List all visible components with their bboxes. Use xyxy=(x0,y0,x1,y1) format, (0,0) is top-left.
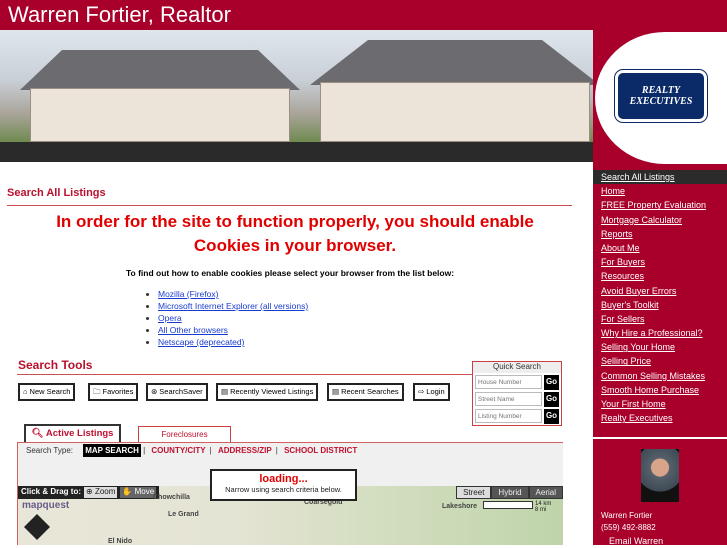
folder-icon: 🗀 xyxy=(93,387,101,396)
map-scale: 14 km 8 mi xyxy=(483,501,551,513)
recently-viewed-button[interactable]: ▤ Recently Viewed Listings xyxy=(216,383,319,401)
tab-foreclosures[interactable]: Foreclosures xyxy=(138,426,231,442)
browser-link[interactable]: Mozilla (Firefox) xyxy=(158,289,218,299)
sidebar-item[interactable]: Selling Price xyxy=(593,354,727,368)
go-button[interactable]: Go xyxy=(544,409,559,424)
sidebar-item[interactable]: Resources xyxy=(593,269,727,283)
browser-link[interactable]: All Other browsers xyxy=(158,325,228,335)
tab-active-listings[interactable]: 🔍︎ Active Listings xyxy=(24,424,121,442)
drag-label: Click & Drag to: xyxy=(21,487,82,496)
zoom-mode-button[interactable]: ⊕ Zoom xyxy=(84,487,118,498)
loading-dialog: loading... Narrow using search criteria … xyxy=(210,469,357,501)
school-district-option[interactable]: SCHOOL DISTRICT xyxy=(284,446,357,455)
favorites-button[interactable]: 🗀 Favorites xyxy=(88,383,139,401)
street-name-input[interactable] xyxy=(475,392,542,406)
sidebar-item[interactable]: About Me xyxy=(593,241,727,255)
agent-name: Warren Fortier xyxy=(601,511,653,520)
sidebar-item[interactable]: Avoid Buyer Errors xyxy=(593,284,727,298)
search-icon: 🔍︎ xyxy=(31,428,46,439)
listing-number-input[interactable] xyxy=(475,409,542,423)
county-city-option[interactable]: COUNTY/CITY xyxy=(151,446,205,455)
sidebar-item[interactable]: Search All Listings xyxy=(593,170,727,185)
browser-link[interactable]: Microsoft Internet Explorer (all version… xyxy=(158,301,308,311)
loading-message: Narrow using search criteria below. xyxy=(225,485,342,494)
go-button[interactable]: Go xyxy=(544,392,559,407)
move-mode-button[interactable]: ✋ Move xyxy=(120,487,157,498)
map-town: Lakeshore xyxy=(442,503,478,510)
mapquest-logo: mapquest xyxy=(22,500,70,511)
sidebar-item[interactable]: Selling Your Home xyxy=(593,340,727,354)
map-type-hybrid[interactable]: Hybrid xyxy=(491,486,529,499)
map-town: Le Grand xyxy=(168,511,199,518)
sidebar-item[interactable]: Mortgage Calculator xyxy=(593,213,727,227)
cookie-warning: In order for the site to function proper… xyxy=(56,212,534,255)
address-zip-option[interactable]: ADDRESS/ZIP xyxy=(218,446,272,455)
email-link[interactable]: Email Warren xyxy=(601,534,671,548)
new-search-button[interactable]: ⌂ New Search xyxy=(18,383,76,401)
sidebar-item[interactable]: Why Hire a Professional? xyxy=(593,326,727,340)
map-search-option[interactable]: MAP SEARCH xyxy=(83,444,141,457)
logo-area: REALTY EXECUTIVES xyxy=(593,30,727,165)
sidebar-item[interactable]: Home xyxy=(593,184,727,198)
sidebar-item[interactable]: Realty Executives xyxy=(593,411,727,425)
browser-link[interactable]: Netscape (deprecated) xyxy=(158,337,244,347)
searchsaver-button[interactable]: ⊛ SearchSaver xyxy=(146,383,208,401)
sidebar: Search All Listings Home FREE Property E… xyxy=(593,165,727,548)
login-button[interactable]: ⇨ Login xyxy=(413,383,450,401)
pan-control-icon[interactable] xyxy=(24,514,50,540)
go-button[interactable]: Go xyxy=(544,375,559,390)
sidebar-item[interactable]: Your First Home xyxy=(593,397,727,411)
sidebar-item[interactable]: Buyer's Toolkit xyxy=(593,298,727,312)
agent-photo xyxy=(641,449,679,502)
search-tools-heading: Search Tools xyxy=(18,358,93,372)
page-heading: Search All Listings xyxy=(7,187,106,199)
loading-title: loading... xyxy=(259,473,308,485)
quick-search-title: Quick Search xyxy=(473,362,561,373)
search-type-label: Search Type: xyxy=(26,446,73,455)
sidebar-item[interactable]: For Sellers xyxy=(593,312,727,326)
banner-strip xyxy=(0,142,593,162)
realty-executives-logo[interactable]: REALTY EXECUTIVES xyxy=(614,69,708,123)
cookie-instructions: To find out how to enable cookies please… xyxy=(125,268,455,278)
sidebar-item[interactable]: Smooth Home Purchase xyxy=(593,383,727,397)
document-icon: ▤ xyxy=(332,387,340,396)
sidebar-item[interactable]: Common Selling Mistakes xyxy=(593,369,727,383)
sidebar-item[interactable]: FREE Property Evaluation xyxy=(593,198,727,212)
agent-phone: (559) 492-8882 xyxy=(601,523,656,532)
divider xyxy=(593,437,727,439)
recent-searches-button[interactable]: ▤ Recent Searches xyxy=(327,383,404,401)
sidebar-item[interactable]: For Buyers xyxy=(593,255,727,269)
map-town: Chowchilla xyxy=(153,494,190,501)
site-title: Warren Fortier, Realtor xyxy=(0,0,727,30)
map-type-aerial[interactable]: Aerial xyxy=(528,486,563,499)
browser-link[interactable]: Opera xyxy=(158,313,182,323)
sidebar-item[interactable]: Reports xyxy=(593,227,727,241)
browser-list: Mozilla (Firefox) Microsoft Internet Exp… xyxy=(150,289,308,349)
quick-search: Quick Search Go Go Go xyxy=(472,361,562,426)
house-number-input[interactable] xyxy=(475,375,542,389)
banner-image xyxy=(0,30,593,142)
lifebuoy-icon: ⊛ xyxy=(151,387,158,396)
arrow-right-icon: ⇨ xyxy=(418,387,425,396)
map-type-street[interactable]: Street xyxy=(456,486,492,499)
document-icon: ▤ xyxy=(221,387,229,396)
map-town: El Nido xyxy=(108,538,133,545)
house-icon: ⌂ xyxy=(23,387,28,396)
